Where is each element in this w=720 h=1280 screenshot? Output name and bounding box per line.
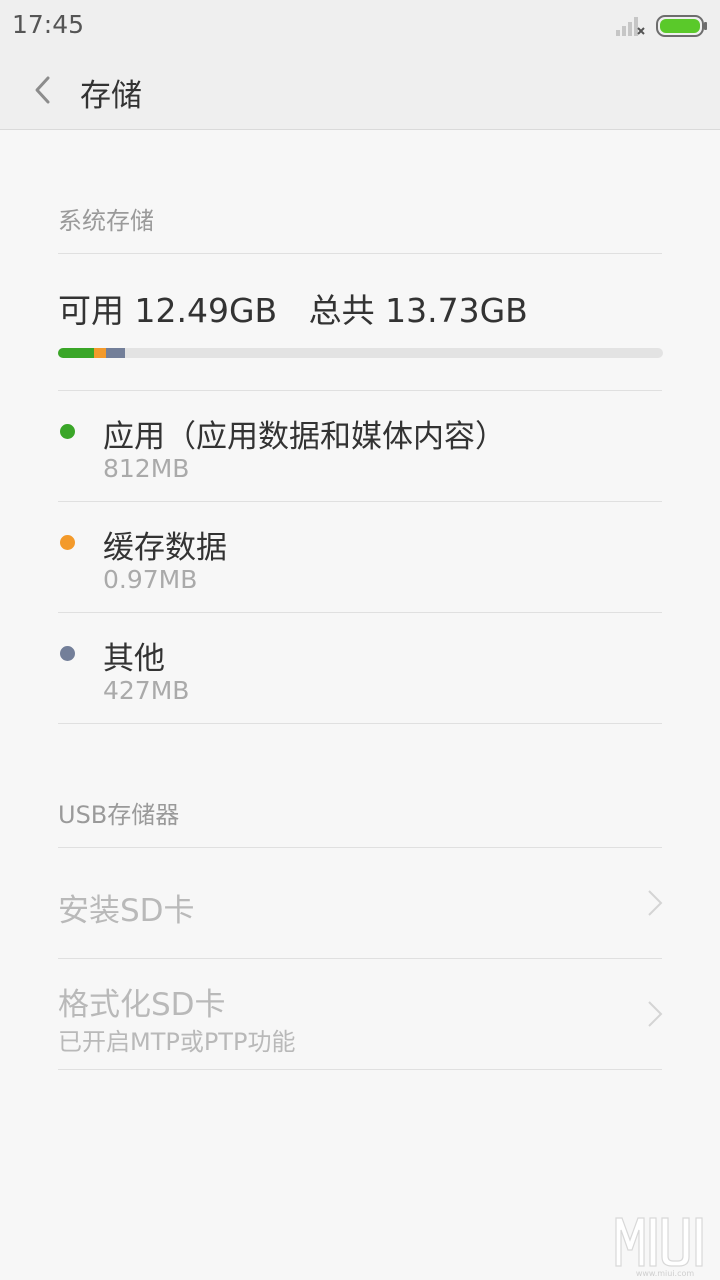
divider: [58, 1069, 662, 1070]
chevron-right-icon: [648, 890, 663, 916]
divider: [58, 723, 662, 724]
legend-item-other: 其他 427MB: [0, 613, 720, 723]
format-sd-card-subtitle: 已开启MTP或PTP功能: [58, 1028, 296, 1056]
storage-summary: 可用 12.49GB 总共 13.73GB: [58, 291, 528, 330]
legend-size: 0.97MB: [103, 565, 198, 594]
divider: [58, 253, 662, 254]
legend-dot-apps: [60, 424, 75, 439]
title-bar: 存储: [0, 52, 720, 130]
chevron-right-icon: [648, 1001, 663, 1027]
status-time: 17:45: [12, 10, 85, 39]
legend-dot-cache: [60, 535, 75, 550]
usage-segment-cache: [94, 348, 106, 358]
mount-sd-card-item[interactable]: 安装SD卡: [0, 848, 720, 958]
legend-label: 应用（应用数据和媒体内容）: [103, 419, 506, 455]
legend-item-cache: 缓存数据 0.97MB: [0, 502, 720, 612]
legend-size: 427MB: [103, 676, 190, 705]
legend-item-apps: 应用（应用数据和媒体内容） 812MB: [0, 391, 720, 501]
usage-segment-other: [106, 348, 125, 358]
legend-dot-other: [60, 646, 75, 661]
back-icon[interactable]: [28, 72, 58, 108]
watermark-url: www.miui.com: [636, 1269, 695, 1278]
format-sd-card-item[interactable]: 格式化SD卡 已开启MTP或PTP功能: [0, 959, 720, 1069]
signal-icon: [616, 17, 645, 36]
usb-storage-header: USB存储器: [58, 801, 180, 829]
miui-logo: www.miui.com: [615, 1217, 703, 1278]
status-bar: 17:45: [0, 0, 720, 52]
system-storage-header: 系统存储: [58, 207, 154, 235]
usage-segment-apps: [58, 348, 94, 358]
legend-label: 缓存数据: [103, 530, 227, 566]
battery-icon: [656, 15, 707, 37]
format-sd-card-label: 格式化SD卡: [58, 987, 226, 1023]
page-title: 存储: [80, 78, 142, 114]
mount-sd-card-label: 安装SD卡: [58, 893, 195, 929]
legend-size: 812MB: [103, 454, 190, 483]
storage-usage-bar: [58, 348, 663, 358]
legend-label: 其他: [103, 641, 165, 677]
